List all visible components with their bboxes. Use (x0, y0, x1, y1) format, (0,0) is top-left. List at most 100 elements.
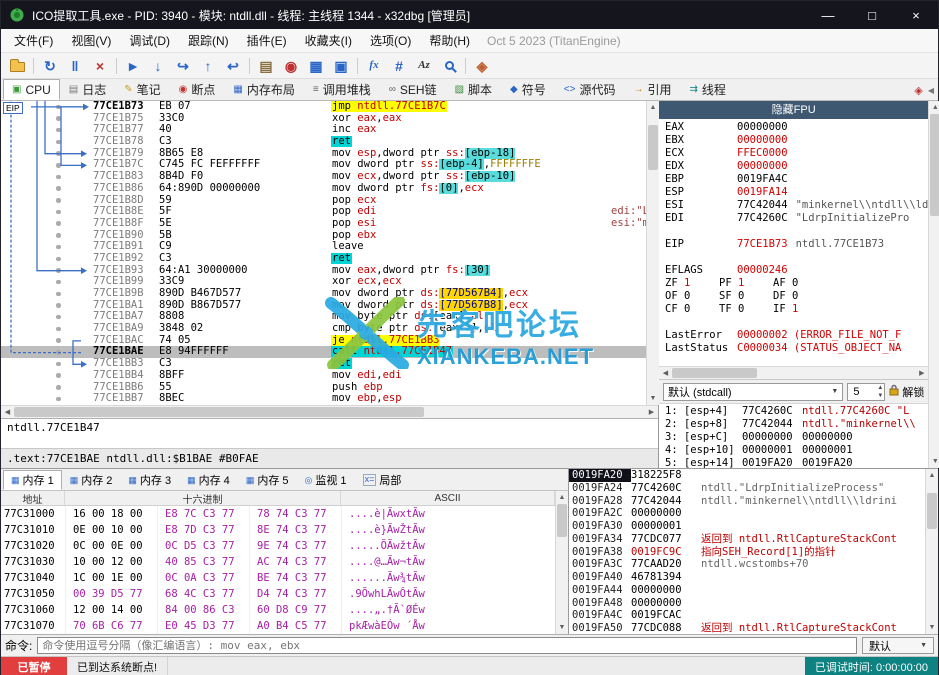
disasm-row[interactable]: 77CE1B9B890D B467D577mov dword ptr ds:[7… (1, 288, 646, 300)
registers-vertical-scrollbar[interactable]: ▲ ▼ (928, 101, 939, 468)
flag-TF[interactable]: TF 0 (719, 303, 773, 316)
menu-item[interactable]: 调试(D) (120, 29, 179, 52)
dump-row[interactable]: 77C310200C 00 0E 000C D5 C3 779E 74 C3 7… (1, 538, 555, 554)
toolbar-pause-button[interactable]: ‖ (63, 55, 87, 77)
toolbar-functions-button[interactable]: fx (362, 55, 386, 77)
breakpoint-dot[interactable] (56, 163, 61, 168)
hide-fpu-button[interactable]: 隐藏FPU (659, 101, 928, 119)
menu-item[interactable]: 插件(E) (238, 29, 296, 52)
tab-引用[interactable]: →引用 (624, 79, 680, 100)
register-row-EDX[interactable]: EDX00000000 (665, 160, 928, 173)
flag-SF[interactable]: SF 0 (719, 290, 773, 303)
scroll-tabs-left-button[interactable]: ◀ (928, 86, 934, 95)
stack-row[interactable]: 0019FA2477C4260Cntdll."LdrpInitializePro… (569, 482, 925, 495)
stack-row[interactable]: 0019FA2C00000000 (569, 507, 925, 520)
breakpoint-dot[interactable] (56, 221, 61, 226)
toolbar-run-button[interactable]: ► (121, 55, 145, 77)
dump-row[interactable]: 77C3100016 00 18 00E8 7C C3 7778 74 C3 7… (1, 506, 555, 522)
dump-tab-内存 4[interactable]: ▦内存 4 (179, 470, 238, 490)
dump-tab-内存 5[interactable]: ▦内存 5 (238, 470, 297, 490)
flag-IF[interactable]: IF 1 (773, 303, 827, 316)
breakpoint-dot[interactable] (56, 210, 61, 215)
toolbar-patches-button[interactable]: ◈ (470, 55, 494, 77)
breakpoint-dot[interactable] (56, 268, 61, 273)
flag-CF[interactable]: CF 0 (665, 303, 719, 316)
scrollbar-thumb[interactable] (930, 114, 939, 216)
scrollbar-thumb[interactable] (557, 504, 567, 537)
scroll-down-arrow[interactable]: ▼ (929, 455, 939, 468)
maximize-button[interactable]: □ (850, 1, 894, 29)
scroll-down-arrow[interactable]: ▼ (926, 621, 938, 634)
stack-vertical-scrollbar[interactable]: ▲ ▼ (925, 469, 938, 634)
flag-DF[interactable]: DF 0 (773, 290, 827, 303)
stack-row[interactable]: 0019FA3477CDC077返回到 ntdll.RtlCaptureStac… (569, 533, 925, 546)
breakpoint-dot[interactable] (56, 186, 61, 191)
tab-笔记[interactable]: ✎笔记 (115, 79, 169, 100)
tab-源代码[interactable]: <>源代码 (555, 79, 625, 100)
stack-rows[interactable]: 0019FA20318225F80019FA2477C4260Cntdll."L… (569, 469, 925, 634)
stack-row[interactable]: 0019FA4800000000 (569, 597, 925, 610)
dump-row[interactable]: 77C310100E 00 10 00E8 7D C3 778E 74 C3 7… (1, 522, 555, 538)
breakpoint-dot[interactable] (56, 350, 61, 355)
dump-row[interactable]: 77C3106012 00 14 0084 00 86 C360 D8 C9 7… (1, 602, 555, 618)
breakpoint-dot[interactable] (56, 280, 61, 285)
tab-CPU[interactable]: ▣CPU (3, 79, 60, 100)
disassembly-horizontal-scrollbar[interactable]: ◀ ▶ (1, 405, 658, 418)
register-row-EDI[interactable]: EDI77C4260C"LdrpInitializePro (665, 212, 928, 225)
flag-ZF[interactable]: ZF 1 (665, 277, 719, 290)
menu-item[interactable]: 帮助(H) (420, 29, 479, 52)
menu-item[interactable]: 收藏夹(I) (296, 29, 361, 52)
breakpoint-dot[interactable] (56, 373, 61, 378)
tab-脚本[interactable]: ▨脚本 (446, 79, 501, 100)
scrollbar-track[interactable] (556, 504, 568, 621)
breakpoint-dot[interactable] (56, 292, 61, 297)
toolbar-restart-button[interactable]: ↻ (38, 55, 62, 77)
menu-item[interactable]: 视图(V) (62, 29, 120, 52)
flag-OF[interactable]: OF 0 (665, 290, 719, 303)
toolbar-step-into-button[interactable]: ↓ (146, 55, 170, 77)
scroll-up-arrow[interactable]: ▲ (929, 101, 939, 114)
scroll-right-arrow[interactable]: ▶ (645, 406, 658, 418)
scroll-down-arrow[interactable]: ▼ (556, 621, 568, 634)
command-profile-dropdown[interactable]: 默认 ▼ (862, 637, 934, 654)
stack-row[interactable]: 0019FA5077CDC088返回到 ntdll.RtlCaptureStac… (569, 622, 925, 634)
dump-tab-监视 1[interactable]: ◎监视 1 (297, 470, 355, 490)
tab-线程[interactable]: ⇉线程 (680, 79, 734, 100)
register-row-LastStatus[interactable]: LastStatusC0000034 (STATUS_OBJECT_NA (665, 342, 928, 355)
flag-PF[interactable]: PF 1 (719, 277, 773, 290)
toolbar-stop-button[interactable]: × (88, 55, 112, 77)
scrollbar-track[interactable] (647, 114, 659, 392)
toolbar-execute-till-return-button[interactable]: ↑ (196, 55, 220, 77)
scroll-up-arrow[interactable]: ▲ (556, 491, 568, 504)
menu-item[interactable]: 跟踪(N) (179, 29, 238, 52)
dump-tab-内存 2[interactable]: ▦内存 2 (62, 470, 121, 490)
spinner-arrows-icon[interactable]: ▲▼ (877, 384, 883, 400)
register-row-EFLAGS[interactable]: EFLAGS00000246 (665, 264, 928, 277)
toolbar-save-database-button[interactable]: ▣ (329, 55, 353, 77)
breakpoint-dot[interactable] (56, 175, 61, 180)
unlock-control[interactable]: 解锁 (889, 384, 924, 400)
disasm-row[interactable]: 77CE1B78C3ret (1, 136, 646, 148)
toolbar-step-over-button[interactable]: ↪ (171, 55, 195, 77)
tab-日志[interactable]: ▤日志 (60, 79, 115, 100)
breakpoint-dot[interactable] (56, 338, 61, 343)
breakpoint-dot[interactable] (56, 362, 61, 367)
dump-row[interactable]: 77C3107070 6B C6 77E0 45 D3 77A0 B4 C5 7… (1, 618, 555, 634)
scrollbar-track[interactable] (14, 406, 645, 418)
register-row-EBP[interactable]: EBP0019FA4C (665, 173, 928, 186)
register-row-EAX[interactable]: EAX00000000 (665, 121, 928, 134)
dump-row[interactable]: 77C310401C 00 1E 000C 0A C3 77BE 74 C3 7… (1, 570, 555, 586)
argument-row[interactable]: 4: [esp+10]0000000100000001 (665, 444, 928, 457)
scroll-up-arrow[interactable]: ▲ (647, 101, 659, 114)
breakpoint-dot[interactable] (56, 198, 61, 203)
stack-row[interactable]: 0019FA3000000001 (569, 520, 925, 533)
dump-rows[interactable]: 77C3100016 00 18 00E8 7C C3 7778 74 C3 7… (1, 506, 555, 634)
toolbar-breakpoints-button[interactable]: ◉ (279, 55, 303, 77)
stack-row[interactable]: 0019FA2877C42044ntdll."minkernel\\ntdll\… (569, 495, 925, 508)
disasm-row[interactable]: 77CE1BB78BECmov ebp,esp (1, 393, 646, 405)
breakpoint-dot[interactable] (56, 303, 61, 308)
stack-row[interactable]: 0019FA4400000000 (569, 584, 925, 597)
argument-row[interactable]: 1: [esp+4]77C4260Cntdll.77C4260C "L (665, 405, 928, 418)
disasm-row[interactable]: 77CE1B73EB 07jmp ntdll.77CE1B7C (1, 101, 646, 113)
scroll-up-arrow[interactable]: ▲ (926, 469, 938, 482)
